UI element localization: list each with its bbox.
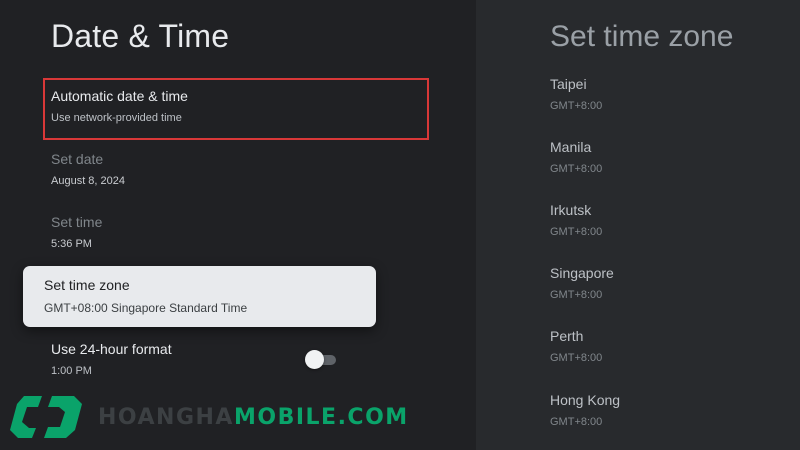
set-time-value: 5:36 PM bbox=[51, 238, 92, 250]
set-time-zone-item[interactable]: Set time zone GMT+08:00 Singapore Standa… bbox=[23, 266, 376, 327]
time-zone-panel: Set time zone Taipei GMT+8:00 Manila GMT… bbox=[476, 0, 800, 450]
time-zone-offset: GMT+8:00 bbox=[550, 289, 603, 301]
watermark-text-part2: MOBILE.COM bbox=[233, 405, 409, 430]
time-zone-name: Hong Kong bbox=[550, 392, 621, 408]
automatic-date-time-item[interactable]: Automatic date & time Use network-provid… bbox=[43, 78, 429, 140]
time-zone-name: Singapore bbox=[550, 265, 614, 281]
set-time-label: Set time bbox=[51, 214, 103, 230]
set-date-value: August 8, 2024 bbox=[51, 175, 126, 187]
watermark-text-part1: HOANGHA bbox=[98, 405, 234, 430]
time-zone-offset: GMT+8:00 bbox=[550, 226, 603, 238]
settings-pane: Date & Time Automatic date & time Use ne… bbox=[0, 0, 476, 450]
time-zone-name: Irkutsk bbox=[550, 202, 592, 218]
time-zone-name: Manila bbox=[550, 139, 592, 155]
automatic-date-time-label: Automatic date & time bbox=[51, 88, 188, 104]
time-zone-offset: GMT+8:00 bbox=[550, 352, 603, 364]
set-date-item[interactable]: Set date August 8, 2024 bbox=[43, 141, 429, 203]
watermark: HOANGHAMOBILE.COM bbox=[8, 392, 407, 446]
set-time-item[interactable]: Set time 5:36 PM bbox=[43, 204, 429, 266]
toggle-knob bbox=[305, 350, 324, 369]
use-24-hour-format-item[interactable]: Use 24-hour format 1:00 PM bbox=[43, 331, 429, 393]
time-zone-option[interactable]: Manila GMT+8:00 bbox=[550, 139, 780, 189]
time-zone-option[interactable]: Irkutsk GMT+8:00 bbox=[550, 202, 780, 252]
automatic-date-time-value: Use network-provided time bbox=[51, 112, 182, 124]
time-zone-panel-title: Set time zone bbox=[550, 20, 734, 53]
time-zone-name: Perth bbox=[550, 328, 584, 344]
time-zone-offset: GMT+8:00 bbox=[550, 163, 603, 175]
set-time-zone-label: Set time zone bbox=[44, 277, 130, 293]
use-24-hour-format-toggle[interactable] bbox=[304, 350, 338, 370]
time-zone-option[interactable]: Taipei GMT+8:00 bbox=[550, 76, 780, 126]
time-zone-offset: GMT+8:00 bbox=[550, 100, 603, 112]
time-zone-option[interactable]: Hong Kong GMT+8:00 bbox=[550, 392, 780, 442]
use-24-hour-format-label: Use 24-hour format bbox=[51, 341, 172, 357]
time-zone-option[interactable]: Singapore GMT+8:00 bbox=[550, 265, 780, 315]
time-zone-option[interactable]: Perth GMT+8:00 bbox=[550, 328, 780, 378]
use-24-hour-format-value: 1:00 PM bbox=[51, 365, 92, 377]
watermark-logo-icon bbox=[10, 396, 82, 438]
set-time-zone-value: GMT+08:00 Singapore Standard Time bbox=[44, 301, 248, 315]
set-date-label: Set date bbox=[51, 151, 104, 167]
time-zone-offset: GMT+8:00 bbox=[550, 416, 603, 428]
page-title: Date & Time bbox=[51, 18, 230, 54]
watermark-text: HOANGHAMOBILE.COM bbox=[98, 405, 409, 430]
time-zone-name: Taipei bbox=[550, 76, 587, 92]
